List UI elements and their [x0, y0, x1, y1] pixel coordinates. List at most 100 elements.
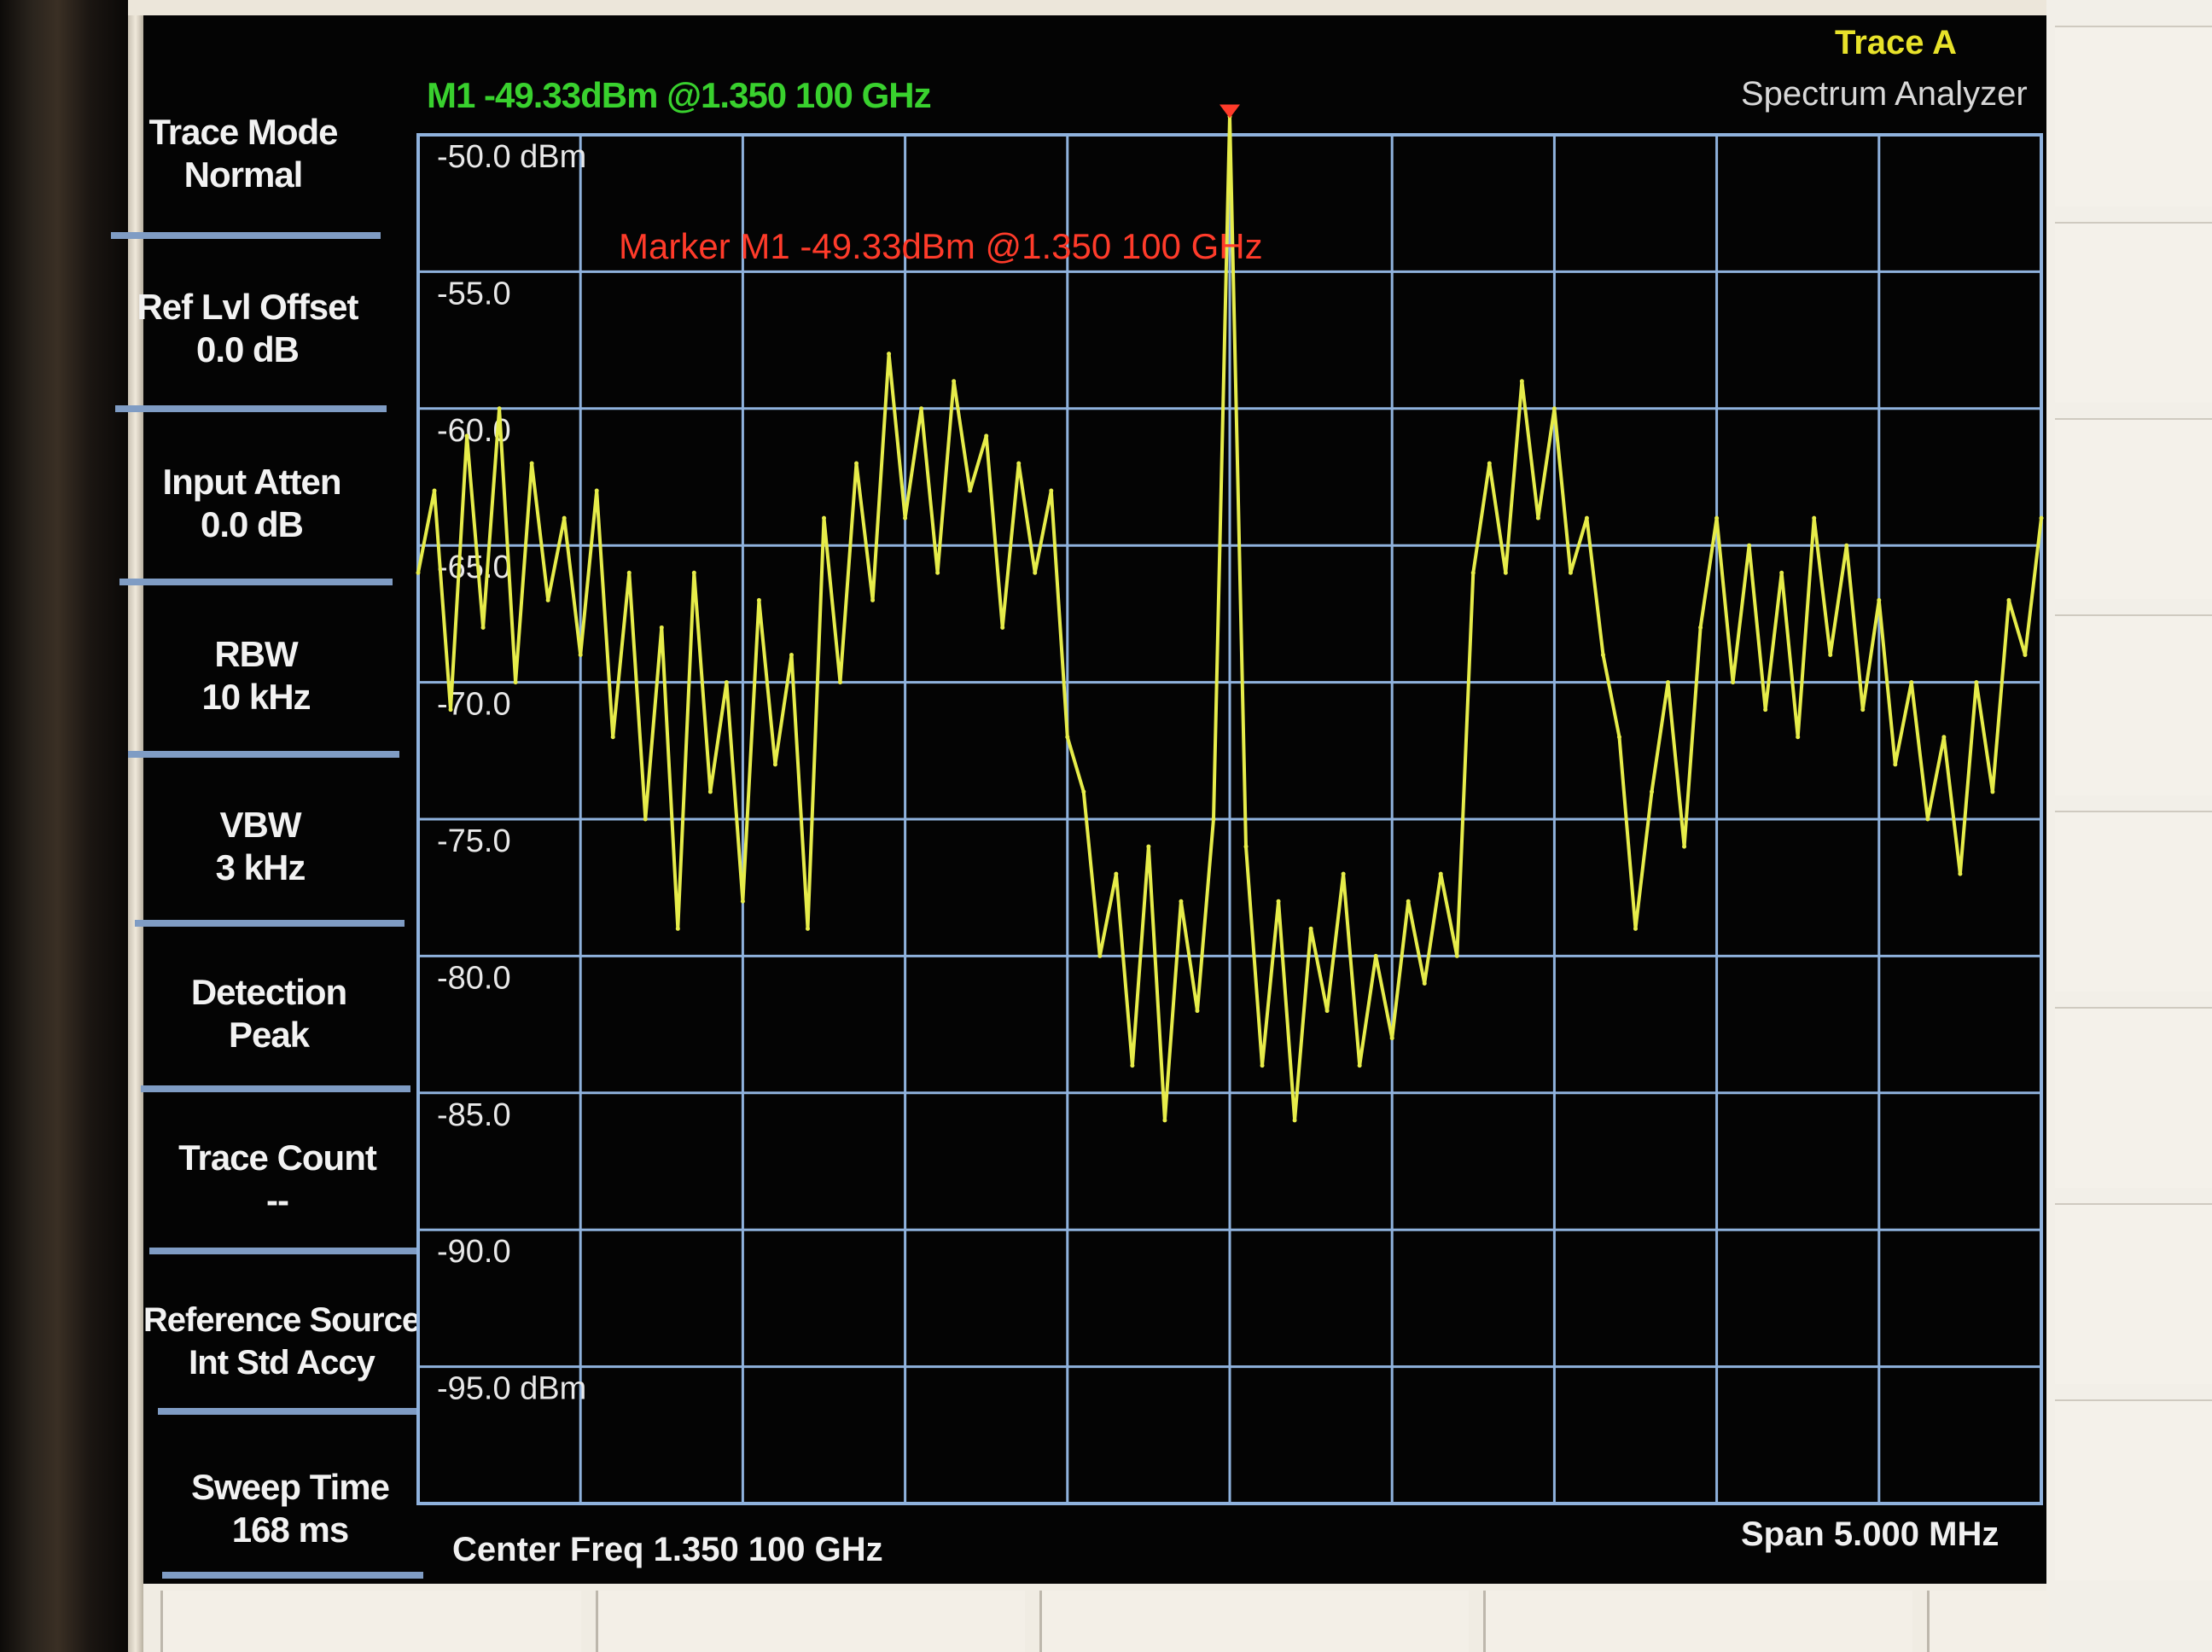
trace-point — [1276, 899, 1281, 904]
trace-point — [1682, 844, 1687, 849]
marker-m1-icon[interactable] — [1220, 104, 1240, 119]
trace-point — [1844, 543, 1849, 548]
trace-point — [1065, 735, 1070, 740]
trace-point — [707, 789, 713, 794]
marker-annotation: Marker M1 -49.33dBm @1.350 100 GHz — [619, 226, 1263, 266]
trace-point — [1292, 1118, 1297, 1123]
trace-point — [1584, 515, 1589, 521]
y-tick-label: -55.0 — [437, 276, 511, 311]
trace-point — [1033, 570, 1038, 575]
trace-point — [1974, 680, 1979, 685]
trace-point — [968, 488, 973, 493]
trace-point — [594, 488, 599, 493]
trace-point — [756, 597, 761, 602]
trace-point — [1600, 653, 1605, 658]
trace-point — [1568, 570, 1573, 575]
trace-point — [2023, 653, 2028, 658]
trace-point — [562, 515, 567, 521]
trace-point — [545, 597, 550, 602]
trace-point — [1487, 461, 1492, 466]
trace-point — [1179, 899, 1184, 904]
trace-point — [1616, 735, 1621, 740]
trace-point — [675, 926, 680, 931]
trace-point — [1763, 707, 1768, 713]
trace-point — [935, 570, 940, 575]
span-label: Span 5.000 MHz — [1741, 1515, 2000, 1553]
trace-point — [1909, 680, 1914, 685]
trace-point — [1470, 570, 1476, 575]
trace-point — [1146, 844, 1151, 849]
trace-point — [1308, 926, 1313, 931]
trace-point — [740, 899, 745, 904]
trace-point — [1535, 515, 1540, 521]
trace-point — [838, 680, 843, 685]
trace-point — [497, 406, 502, 411]
y-tick-label: -50.0 dBm — [437, 139, 586, 175]
trace-point — [2006, 597, 2011, 602]
trace-point — [1016, 461, 1022, 466]
trace-point — [1990, 789, 1995, 794]
trace-point — [513, 680, 518, 685]
trace-point — [529, 461, 534, 466]
trace-point — [1877, 597, 1882, 602]
y-tick-label: -65.0 — [437, 550, 511, 585]
trace-point — [1438, 871, 1443, 876]
trace-point — [1081, 789, 1086, 794]
trace-point — [805, 926, 810, 931]
trace-point — [1406, 899, 1411, 904]
trace-point — [1389, 1036, 1394, 1041]
marker-layer: Marker M1 -49.33dBm @1.350 100 GHz — [619, 104, 1263, 266]
trace-point — [789, 653, 794, 658]
trace-point — [1551, 406, 1557, 411]
trace-point — [416, 570, 421, 575]
trace-point — [1698, 625, 1703, 630]
trace-point — [480, 625, 486, 630]
trace-point — [1747, 543, 1752, 548]
trace-point — [724, 680, 729, 685]
trace-point — [984, 433, 989, 439]
trace-point — [1422, 980, 1427, 986]
trace-point — [1958, 871, 1963, 876]
trace-point — [1812, 515, 1817, 521]
trace-point — [1650, 789, 1655, 794]
y-tick-label: -90.0 — [437, 1234, 511, 1270]
y-tick-label: -85.0 — [437, 1097, 511, 1133]
trace-point — [691, 570, 696, 575]
trace-point — [1828, 653, 1833, 658]
trace-point — [1162, 1118, 1167, 1123]
trace-point — [578, 653, 583, 658]
trace-point — [1000, 625, 1005, 630]
trace-point — [1211, 817, 1216, 822]
trace-point — [448, 707, 453, 713]
trace-point — [1114, 871, 1119, 876]
trace-point — [1195, 1009, 1200, 1014]
trace-point — [464, 433, 469, 439]
trace-point — [1731, 680, 1736, 685]
trace-point — [1779, 570, 1784, 575]
trace-point — [1373, 953, 1378, 958]
trace-point — [643, 817, 648, 822]
trace-point — [626, 570, 632, 575]
trace-point — [1341, 871, 1346, 876]
trace-point — [1860, 707, 1866, 713]
trace-point — [1714, 515, 1720, 521]
trace-point — [772, 762, 777, 767]
trace-point — [870, 597, 876, 602]
trace-point — [1796, 735, 1801, 740]
trace-point — [1941, 735, 1947, 740]
trace-point — [1049, 488, 1054, 493]
trace-point — [1666, 680, 1671, 685]
trace-point — [903, 515, 908, 521]
y-tick-labels: -50.0 dBm-55.0-60.0-65.0-70.0-75.0-80.0-… — [437, 139, 586, 1407]
trace-point — [1324, 1009, 1330, 1014]
trace-point — [1893, 762, 1898, 767]
plot-grid — [416, 133, 2043, 1505]
y-tick-label: -75.0 — [437, 823, 511, 859]
trace-point — [1357, 1063, 1362, 1068]
spectrum-plot: -50.0 dBm-55.0-60.0-65.0-70.0-75.0-80.0-… — [416, 104, 2044, 1505]
trace-point — [919, 406, 924, 411]
trace-point — [1633, 926, 1638, 931]
y-tick-label: -95.0 dBm — [437, 1371, 586, 1407]
trace-point — [432, 488, 437, 493]
center-freq-label: Center Freq 1.350 100 GHz — [452, 1531, 883, 1568]
